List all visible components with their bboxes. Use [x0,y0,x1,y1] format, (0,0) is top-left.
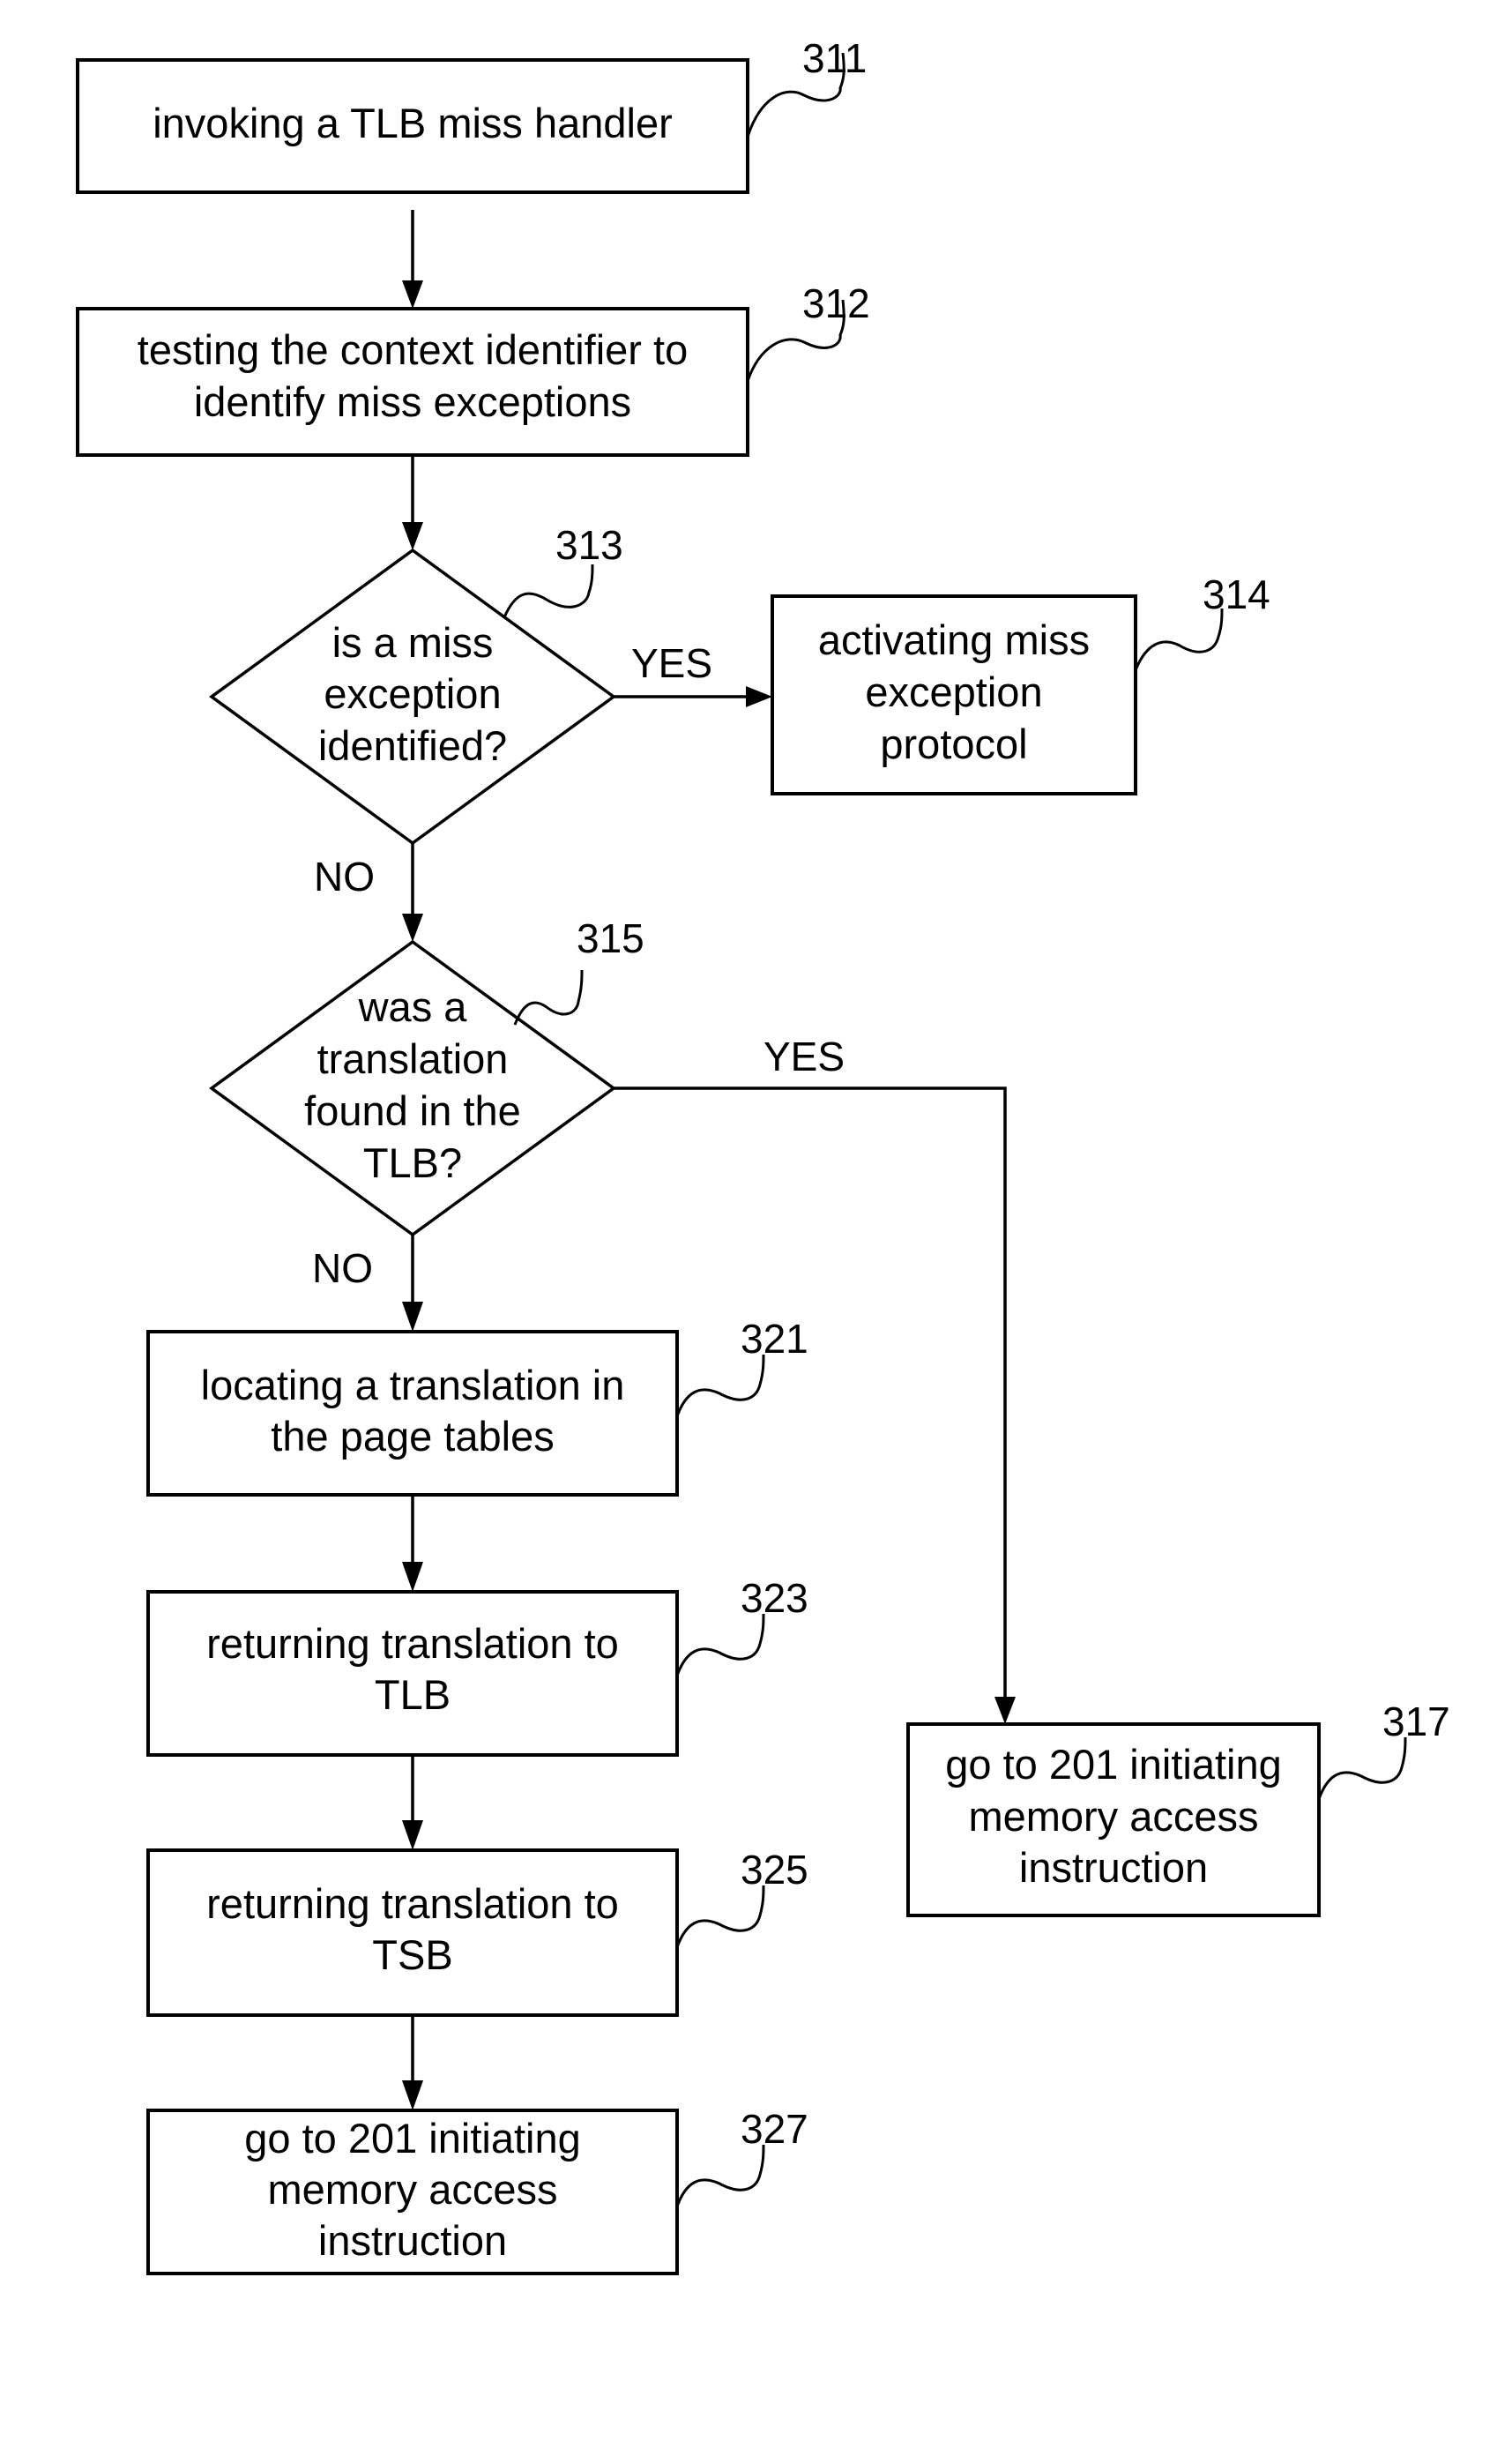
step-321-line2: the page tables [271,1413,554,1460]
step-314-line3: protocol [880,721,1027,767]
arrowhead-321 [402,1302,423,1332]
step-314-activate-protocol: activating miss exception protocol [771,594,1137,795]
step-323-line1: returning translation to [206,1620,619,1667]
arrowhead-327 [402,2080,423,2110]
ref-label-321: 321 [741,1316,808,1362]
decision-315-line3: found in the [304,1087,521,1134]
step-317-line2: memory access [968,1793,1258,1840]
arrowhead-323 [402,1562,423,1592]
leader-327 [675,2144,765,2207]
arrowhead-315 [402,914,423,942]
step-323-return-to-tlb: returning translation to TLB [146,1590,679,1757]
step-325-line2: TSB [372,1931,452,1978]
step-317-line3: instruction [1019,1844,1208,1891]
ref-label-327: 327 [741,2106,808,2152]
arrowhead-325 [402,1820,423,1850]
step-312-test-context: testing the context identifier to identi… [76,307,749,457]
step-327-line1: go to 201 initiating [244,2115,581,2162]
step-311-invoke-handler: invoking a TLB miss handler [76,58,749,194]
step-327-go-to-201: go to 201 initiating memory access instr… [146,2109,679,2275]
ref-label-323: 323 [741,1575,808,1621]
ref-label-312: 312 [802,280,870,326]
leader-315 [513,969,584,1026]
step-327-line3: instruction [318,2217,507,2264]
ref-label-325: 325 [741,1847,808,1893]
step-317-go-to-201: go to 201 initiating memory access instr… [906,1722,1321,1917]
arrowhead-314 [746,686,772,707]
edge-label-315-yes: YES [763,1034,845,1079]
edge-label-313-no: NO [314,854,375,900]
decision-315-line4: TLB? [363,1139,462,1186]
leader-314 [1134,608,1224,671]
flowchart: invoking a TLB miss handler 311 testing … [76,35,1450,2275]
arrowhead-312 [402,280,423,309]
step-325-return-to-tsb: returning translation to TSB [146,1848,679,2017]
decision-313-line3: identified? [318,722,507,769]
step-325-line1: returning translation to [206,1880,619,1927]
decision-313-line2: exception [324,670,501,717]
step-312-text-line2: identify miss exceptions [194,378,631,425]
step-321-line1: locating a translation in [201,1362,625,1408]
leader-313 [503,564,594,618]
edge-label-315-no: NO [312,1245,373,1291]
ref-label-311: 311 [802,35,867,81]
arrowhead-313 [402,522,423,550]
decision-315-line2: translation [317,1035,509,1082]
ref-label-315: 315 [577,915,644,961]
step-314-line1: activating miss [818,616,1090,663]
ref-label-317: 317 [1382,1699,1450,1744]
step-317-line1: go to 201 initiating [945,1741,1282,1788]
step-327-line2: memory access [267,2166,557,2213]
step-321-locate-translation: locating a translation in the page table… [146,1330,679,1497]
leader-317 [1317,1736,1407,1800]
leader-325 [675,1885,765,1948]
decision-313-miss-exception: is a miss exception identified? [209,548,616,846]
step-314-line2: exception [865,668,1042,715]
arrowhead-317 [994,1697,1016,1724]
step-312-text-line1: testing the context identifier to [138,326,688,373]
step-323-line2: TLB [375,1671,451,1718]
leader-323 [675,1613,765,1676]
step-311-text: invoking a TLB miss handler [153,100,673,146]
decision-315-line1: was a [358,983,468,1030]
leader-321 [675,1354,765,1417]
decision-315-translation-found: was a translation found in the TLB? [209,939,616,1237]
ref-label-313: 313 [555,522,623,568]
edge-label-313-yes: YES [631,640,712,686]
ref-label-314: 314 [1203,571,1270,617]
decision-313-line1: is a miss [332,619,494,666]
